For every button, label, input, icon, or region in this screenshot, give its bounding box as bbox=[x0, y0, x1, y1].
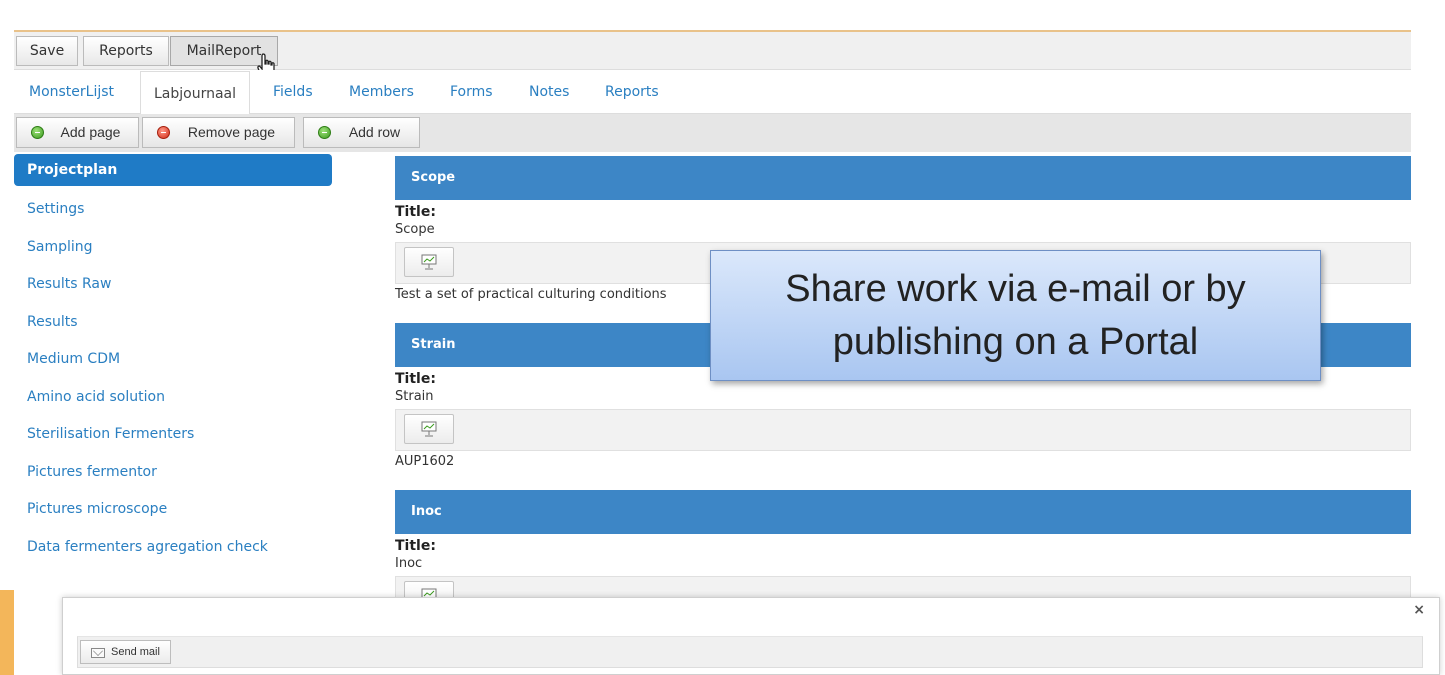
tab-labjournaal[interactable]: Labjournaal bbox=[140, 71, 251, 115]
section-text: AUP1602 bbox=[395, 454, 455, 469]
sidebar-item-sampling[interactable]: Sampling bbox=[14, 229, 334, 267]
remove-page-label: Remove page bbox=[187, 124, 276, 140]
remove-page-button[interactable]: Remove page bbox=[142, 117, 295, 148]
add-icon bbox=[318, 126, 331, 139]
send-mail-label: Send mail bbox=[111, 646, 160, 658]
title-label: Title: bbox=[395, 204, 436, 220]
editor-toolbar bbox=[395, 409, 1411, 451]
sidebar-item-settings[interactable]: Settings bbox=[14, 191, 334, 229]
section-header: Inoc bbox=[395, 490, 1411, 534]
mail-dialog: × Send mail bbox=[62, 597, 1440, 675]
add-page-button[interactable]: Add page bbox=[16, 117, 139, 148]
left-accent bbox=[0, 30, 14, 675]
presentation-icon bbox=[421, 421, 437, 437]
sidebar-item-amino-acid-solution[interactable]: Amino acid solution bbox=[14, 379, 334, 417]
add-page-label: Add page bbox=[60, 124, 121, 140]
envelope-icon bbox=[91, 648, 105, 658]
presentation-button[interactable] bbox=[404, 247, 454, 277]
title-value: Strain bbox=[395, 389, 434, 404]
tab-fields[interactable]: Fields bbox=[260, 70, 326, 114]
tab-notes[interactable]: Notes bbox=[516, 70, 582, 114]
save-button[interactable]: Save bbox=[16, 36, 78, 66]
reports-button[interactable]: Reports bbox=[83, 36, 169, 66]
title-value: Inoc bbox=[395, 556, 423, 571]
sidebar-item-sterilisation-fermenters[interactable]: Sterilisation Fermenters bbox=[14, 416, 334, 454]
presentation-button[interactable] bbox=[404, 414, 454, 444]
sidebar-item-data-fermenters[interactable]: Data fermenters agregation check bbox=[14, 529, 334, 567]
top-strip bbox=[0, 0, 1445, 30]
title-label: Title: bbox=[395, 538, 436, 554]
page-sidebar: Projectplan Settings Sampling Results Ra… bbox=[14, 154, 334, 566]
close-icon[interactable]: × bbox=[1413, 602, 1425, 618]
add-icon bbox=[31, 126, 44, 139]
add-row-label: Add row bbox=[348, 124, 401, 140]
tab-monsterlijst[interactable]: MonsterLijst bbox=[16, 70, 127, 114]
tab-forms[interactable]: Forms bbox=[437, 70, 506, 114]
tab-reports[interactable]: Reports bbox=[592, 70, 672, 114]
sidebar-item-results-raw[interactable]: Results Raw bbox=[14, 266, 334, 304]
main-toolbar: Save Reports MailReport bbox=[14, 32, 1411, 79]
callout-box: Share work via e-mail or by publishing o… bbox=[710, 250, 1321, 381]
title-value: Scope bbox=[395, 222, 435, 237]
tab-bar: MonsterLijst Labjournaal Fields Members … bbox=[14, 70, 1411, 115]
mailreport-button[interactable]: MailReport bbox=[170, 36, 278, 66]
callout-line-1: Share work via e-mail or by bbox=[785, 268, 1246, 310]
sidebar-item-projectplan[interactable]: Projectplan bbox=[14, 154, 332, 186]
page-content: Scope Title: Scope Test a set of practic… bbox=[395, 156, 1411, 657]
sidebar-item-results[interactable]: Results bbox=[14, 304, 334, 342]
page-toolbar: Add page Remove page Add row bbox=[14, 114, 1411, 152]
send-mail-button[interactable]: Send mail bbox=[80, 640, 171, 664]
callout-line-2: publishing on a Portal bbox=[832, 321, 1199, 363]
sidebar-item-medium-cdm[interactable]: Medium CDM bbox=[14, 341, 334, 379]
sidebar-item-pictures-microscope[interactable]: Pictures microscope bbox=[14, 491, 334, 529]
add-row-button[interactable]: Add row bbox=[303, 117, 420, 148]
left-accent-orange bbox=[0, 590, 14, 675]
section-header: Scope bbox=[395, 156, 1411, 200]
remove-icon bbox=[157, 126, 170, 139]
sidebar-item-pictures-fermentor[interactable]: Pictures fermentor bbox=[14, 454, 334, 492]
presentation-icon bbox=[421, 254, 437, 270]
tab-members[interactable]: Members bbox=[336, 70, 427, 114]
mail-dialog-toolbar: Send mail bbox=[77, 636, 1423, 668]
